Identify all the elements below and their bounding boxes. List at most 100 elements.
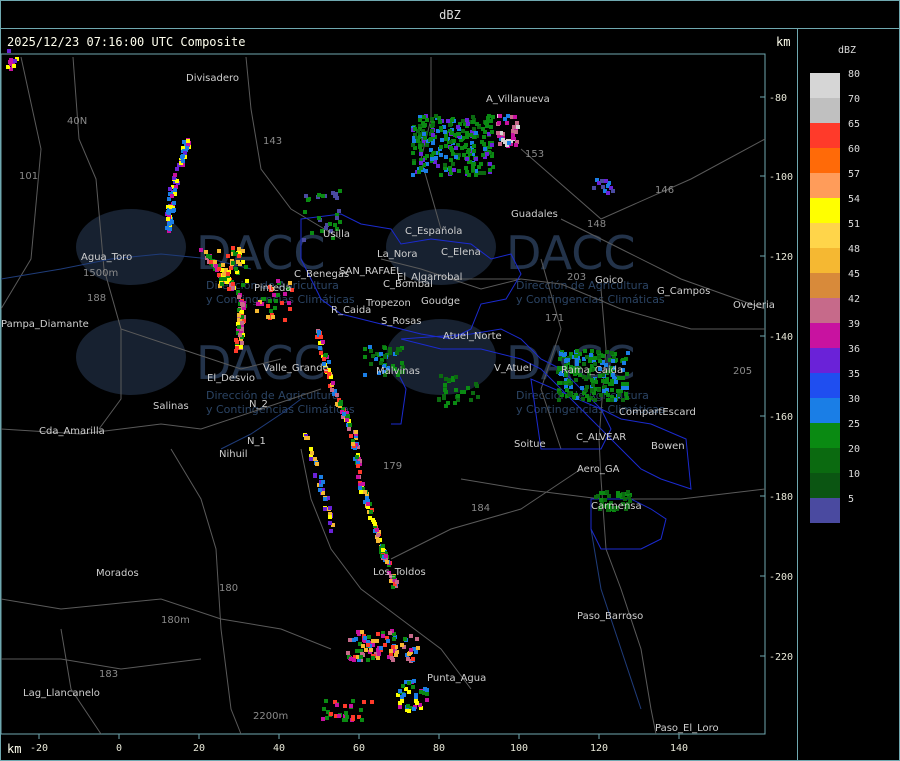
radar-echo-cell — [389, 649, 393, 653]
radar-echo-cell — [274, 299, 278, 303]
place-label: V_Atuel — [494, 363, 532, 374]
radar-echo-cell — [231, 282, 235, 286]
radar-echo-cell — [222, 272, 226, 276]
place-label: N_1 — [247, 436, 266, 447]
radar-echo-cell — [352, 658, 356, 662]
radar-echo-cell — [419, 161, 423, 165]
radar-echo-cell — [335, 393, 339, 397]
radar-echo-cell — [439, 145, 443, 149]
radar-echo-cell — [371, 639, 375, 643]
radar-map-panel[interactable]: DACC Dirección de Agricultura y Contingenc… — [0, 28, 798, 761]
radar-echo-cell — [170, 194, 174, 198]
radar-echo-cell — [262, 297, 266, 301]
radar-echo-cell — [444, 144, 448, 148]
radar-echo-cell — [516, 125, 520, 129]
radar-echo-cell — [411, 173, 415, 177]
place-label: N_2 — [249, 399, 268, 410]
radar-echo-cell — [472, 127, 476, 131]
radar-echo-cell — [241, 303, 245, 307]
radar-echo-cell — [384, 554, 388, 558]
legend-swatch-51 — [810, 223, 840, 248]
radar-echo-cell — [310, 231, 314, 235]
radar-echo-cell — [567, 379, 571, 383]
radar-echo-cell — [601, 354, 605, 358]
radar-echo-cell — [616, 389, 620, 393]
radar-echo-cell — [186, 139, 190, 143]
radar-echo-cell — [394, 653, 398, 657]
radar-echo-cell — [479, 162, 483, 166]
radar-echo-cell — [621, 398, 625, 402]
radar-echo-cell — [621, 382, 625, 386]
radar-echo-cell — [598, 359, 602, 363]
place-label: Pampa_Diamante — [1, 319, 89, 330]
radar-echo-cell — [594, 495, 598, 499]
radar-map[interactable]: DACCDirección de Agriculturay Contingenc… — [1, 29, 797, 760]
place-label: C_ALVEAR — [576, 432, 626, 443]
radar-echo-cell — [425, 118, 429, 122]
radar-echo-cell — [317, 216, 321, 220]
legend-value-label: 45 — [848, 269, 861, 280]
radar-echo-cell — [335, 216, 339, 220]
radar-echo-cell — [395, 580, 399, 584]
radar-echo-cell — [574, 378, 578, 382]
radar-echo-cell — [360, 630, 364, 634]
radar-echo-cell — [351, 442, 355, 446]
radar-echo-cell — [358, 486, 362, 490]
radar-echo-cell — [419, 690, 423, 694]
radar-echo-cell — [496, 131, 500, 135]
radar-echo-cell — [452, 168, 456, 172]
radar-echo-cell — [605, 350, 609, 354]
radar-echo-cell — [444, 390, 448, 394]
radar-echo-cell — [280, 301, 284, 305]
radar-echo-cell — [558, 391, 562, 395]
radar-echo-cell — [322, 357, 326, 361]
legend-value-label: 70 — [848, 94, 861, 105]
radar-echo-cell — [488, 168, 492, 172]
radar-echo-cell — [590, 388, 594, 392]
radar-echo-cell — [476, 395, 480, 399]
place-label: G_Campos — [657, 286, 710, 297]
radar-echo-cell — [474, 131, 478, 135]
radar-echo-cell — [351, 717, 355, 721]
radar-echo-cell — [416, 139, 420, 143]
radar-echo-cell — [488, 162, 492, 166]
radar-echo-cell — [425, 143, 429, 147]
radar-echo-cell — [349, 704, 353, 708]
x-tick-label: -20 — [30, 743, 48, 754]
radar-echo-cell — [465, 118, 469, 122]
radar-echo-cell — [321, 717, 325, 721]
timestamp-label: 2025/12/23 07:16:00 UTC Composite — [7, 35, 246, 49]
radar-echo-cell — [505, 121, 509, 125]
radar-echo-cell — [328, 515, 332, 519]
radar-echo-cell — [369, 349, 373, 353]
radar-echo-cell — [395, 351, 399, 355]
radar-echo-cell — [406, 704, 410, 708]
radar-echo-cell — [497, 121, 501, 125]
radar-echo-cell — [461, 129, 465, 133]
place-label: Divisadero — [186, 73, 239, 84]
radar-echo-cell — [231, 246, 235, 250]
radar-echo-cell — [371, 354, 375, 358]
radar-echo-cell — [450, 131, 454, 135]
radar-echo-cell — [348, 423, 352, 427]
radar-echo-cell — [345, 715, 349, 719]
radar-echo-cell — [303, 210, 307, 214]
radar-echo-cell — [226, 254, 230, 258]
radar-echo-cell — [591, 383, 595, 387]
radar-echo-cell — [465, 131, 469, 135]
title-bar: dBZ — [0, 0, 900, 29]
legend-value-label: 57 — [848, 169, 861, 180]
radar-echo-cell — [480, 140, 484, 144]
radar-echo-cell — [358, 470, 362, 474]
radar-echo-cell — [383, 346, 387, 350]
radar-echo-cell — [360, 718, 364, 722]
legend-value-label: 39 — [848, 319, 861, 330]
radar-echo-cell — [366, 643, 370, 647]
radar-echo-cell — [7, 49, 11, 53]
radar-echo-cell — [338, 220, 342, 224]
radar-echo-cell — [604, 179, 608, 183]
watermark-logo — [76, 319, 186, 395]
radar-echo-cell — [474, 173, 478, 177]
radar-echo-cell — [418, 144, 422, 148]
radar-echo-cell — [333, 223, 337, 227]
